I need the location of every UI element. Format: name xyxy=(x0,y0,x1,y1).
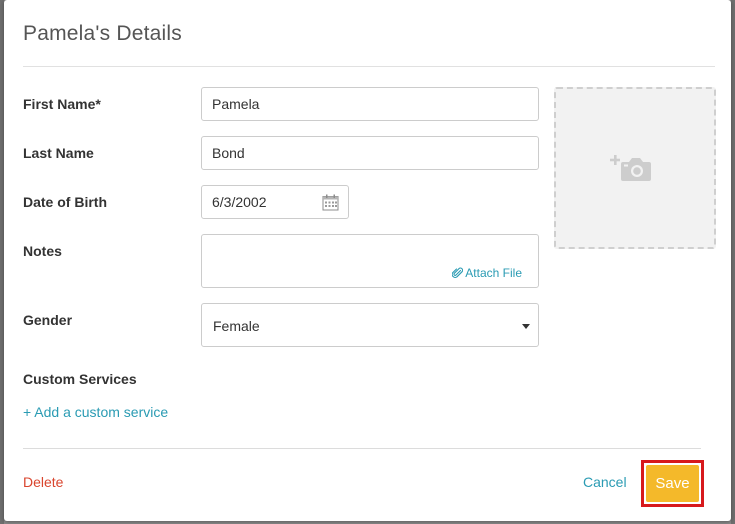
delete-button[interactable]: Delete xyxy=(23,474,63,490)
notes-field: Attach File xyxy=(201,234,539,288)
gender-label: Gender xyxy=(23,312,73,328)
date-of-birth-input[interactable] xyxy=(202,186,332,218)
add-custom-service-link[interactable]: + Add a custom service xyxy=(23,404,168,420)
attach-file-label: Attach File xyxy=(465,266,522,280)
gender-select[interactable]: Female xyxy=(201,303,539,347)
attach-file-link[interactable]: Attach File xyxy=(452,266,522,280)
cancel-button[interactable]: Cancel xyxy=(583,474,627,490)
add-photo-icon xyxy=(610,155,651,181)
paperclip-icon xyxy=(452,267,464,278)
footer-divider xyxy=(23,448,701,449)
dialog-title: Pamela's Details xyxy=(23,22,182,45)
save-button-highlight: Save xyxy=(641,460,704,507)
chevron-down-icon xyxy=(522,324,530,329)
backdrop xyxy=(731,0,735,524)
last-name-input[interactable] xyxy=(201,136,539,170)
custom-services-heading: Custom Services xyxy=(23,371,137,387)
date-of-birth-field xyxy=(201,185,349,219)
first-name-label: First Name* xyxy=(23,96,101,112)
last-name-label: Last Name xyxy=(23,145,94,161)
header-divider xyxy=(23,66,715,67)
notes-label: Notes xyxy=(23,243,62,259)
details-dialog: Pamela's Details First Name* Last Name D… xyxy=(4,0,731,521)
notes-input[interactable] xyxy=(202,235,538,265)
photo-upload-area[interactable] xyxy=(554,87,716,249)
save-button[interactable]: Save xyxy=(646,465,699,502)
gender-selected-value: Female xyxy=(213,318,260,334)
date-of-birth-label: Date of Birth xyxy=(23,194,107,210)
first-name-input[interactable] xyxy=(201,87,539,121)
calendar-icon[interactable] xyxy=(322,194,339,211)
